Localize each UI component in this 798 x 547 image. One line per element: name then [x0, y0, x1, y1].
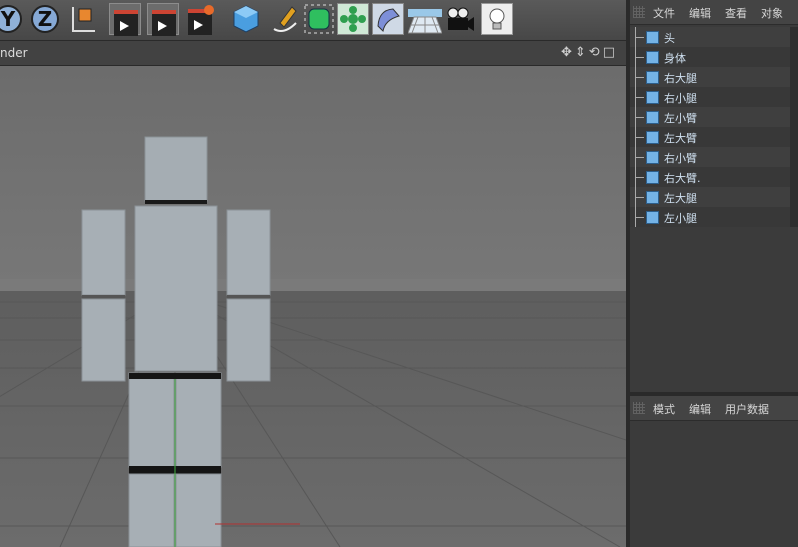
- object-row-left-shin[interactable]: 左小腿: [630, 207, 798, 227]
- viewport-label: nder: [0, 46, 28, 60]
- object-label: 左大腿: [664, 192, 697, 205]
- menu-edit[interactable]: 编辑: [689, 401, 711, 417]
- spline-pen-button[interactable]: [268, 3, 300, 35]
- attributes-menubar: 模式 编辑 用户数据: [630, 396, 798, 421]
- object-list: 头 身体 右大腿 右小腿 左小臂 左大臂 右小臂 右大臂. 左大腿 左小腿: [630, 27, 798, 227]
- spline-pen-icon: [273, 6, 297, 32]
- panel-grip-icon[interactable]: [633, 402, 645, 414]
- light-button[interactable]: [481, 3, 513, 35]
- object-label: 右小腿: [664, 92, 697, 105]
- gear-icon: [204, 5, 214, 15]
- subdivision-surface-icon: [304, 4, 334, 34]
- render-view-button[interactable]: [109, 3, 141, 36]
- menu-file[interactable]: 文件: [653, 5, 675, 21]
- cube-icon: [646, 91, 659, 104]
- deformer-button[interactable]: [372, 3, 404, 35]
- cube-icon: [646, 31, 659, 44]
- object-row-right-upper-arm[interactable]: 右大臂.: [630, 167, 798, 187]
- object-label: 左小臂: [664, 112, 697, 125]
- object-row-right-forearm[interactable]: 右小臂: [630, 147, 798, 167]
- main-toolbar: Y Z: [0, 0, 626, 41]
- viewport-nav-icons[interactable]: ✥⇕⟲□: [561, 45, 618, 60]
- light-icon: [489, 8, 505, 30]
- y-axis-label: Y: [0, 7, 16, 31]
- object-label: 头: [664, 32, 675, 45]
- object-row-head[interactable]: 头: [630, 27, 798, 47]
- right-thigh-mesh: [128, 372, 175, 468]
- viewport-scene: [0, 66, 626, 547]
- menu-edit[interactable]: 编辑: [689, 5, 711, 21]
- object-row-left-forearm[interactable]: 左小臂: [630, 107, 798, 127]
- object-row-body[interactable]: 身体: [630, 47, 798, 67]
- cube-object-button[interactable]: [230, 3, 262, 35]
- menu-object[interactable]: 对象: [761, 5, 783, 21]
- y-axis-button[interactable]: Y: [0, 5, 22, 33]
- rotate-view-icon[interactable]: ⟲: [589, 45, 603, 60]
- cube-icon: [646, 151, 659, 164]
- camera-button[interactable]: [444, 3, 476, 35]
- left-forearm-mesh: [226, 298, 271, 382]
- menu-view[interactable]: 查看: [725, 5, 747, 21]
- attributes-panel: 模式 编辑 用户数据: [630, 396, 798, 547]
- object-label: 身体: [664, 52, 686, 65]
- objects-panel: 文件 编辑 查看 对象 头 身体 右大腿 右小腿 左小臂 左大臂 右小臂 右大臂…: [630, 0, 798, 392]
- menu-mode[interactable]: 模式: [653, 401, 675, 417]
- coordinate-system-button[interactable]: [67, 3, 99, 35]
- object-label: 左小腿: [664, 212, 697, 225]
- subdivision-surface-button[interactable]: [303, 3, 335, 35]
- object-label: 右大臂.: [664, 172, 701, 185]
- left-shin-mesh: [175, 473, 222, 547]
- viewport-header: nder ✥⇕⟲□: [0, 41, 626, 66]
- deformer-icon: [377, 8, 400, 33]
- object-label: 左大臂: [664, 132, 697, 145]
- object-label: 右大腿: [664, 72, 697, 85]
- floor-button[interactable]: [407, 3, 443, 35]
- z-axis-label: Z: [37, 7, 53, 31]
- zoom-view-icon[interactable]: ⇕: [575, 45, 589, 60]
- head-mesh: [144, 136, 208, 202]
- z-axis-button[interactable]: Z: [31, 5, 59, 33]
- cube-icon: [646, 51, 659, 64]
- cube-icon: [646, 191, 659, 204]
- cube-icon: [646, 171, 659, 184]
- torso-mesh: [134, 205, 218, 372]
- objects-menubar: 文件 编辑 查看 对象: [630, 0, 798, 25]
- array-icon: [340, 6, 366, 32]
- object-row-left-thigh[interactable]: 左大腿: [630, 187, 798, 207]
- object-label: 右小臂: [664, 152, 697, 165]
- render-view-icon: [114, 10, 138, 36]
- cube-icon: [646, 131, 659, 144]
- object-row-right-shin[interactable]: 右小腿: [630, 87, 798, 107]
- cube-icon: [646, 111, 659, 124]
- cube-object-icon: [233, 5, 259, 33]
- array-button[interactable]: [337, 3, 369, 35]
- right-forearm-mesh: [81, 298, 126, 382]
- 3d-viewport[interactable]: [0, 66, 626, 547]
- maximize-view-icon[interactable]: □: [603, 45, 618, 60]
- camera-icon: [447, 7, 474, 31]
- cube-icon: [646, 211, 659, 224]
- render-settings-button[interactable]: [184, 3, 216, 35]
- cube-icon: [646, 71, 659, 84]
- left-upper-arm-mesh: [226, 209, 271, 296]
- right-shin-mesh: [128, 473, 175, 547]
- render-picture-viewer-icon: [152, 10, 176, 36]
- render-picture-viewer-button[interactable]: [147, 3, 179, 36]
- menu-user-data[interactable]: 用户数据: [725, 401, 769, 417]
- left-thigh-mesh: [175, 372, 222, 468]
- move-view-icon[interactable]: ✥: [561, 45, 575, 60]
- object-row-left-upper-arm[interactable]: 左大臂: [630, 127, 798, 147]
- right-upper-arm-mesh: [81, 209, 126, 296]
- panel-grip-icon[interactable]: [633, 6, 645, 18]
- coordinate-system-icon: [72, 7, 95, 32]
- floor-icon: [407, 9, 443, 34]
- object-row-right-thigh[interactable]: 右大腿: [630, 67, 798, 87]
